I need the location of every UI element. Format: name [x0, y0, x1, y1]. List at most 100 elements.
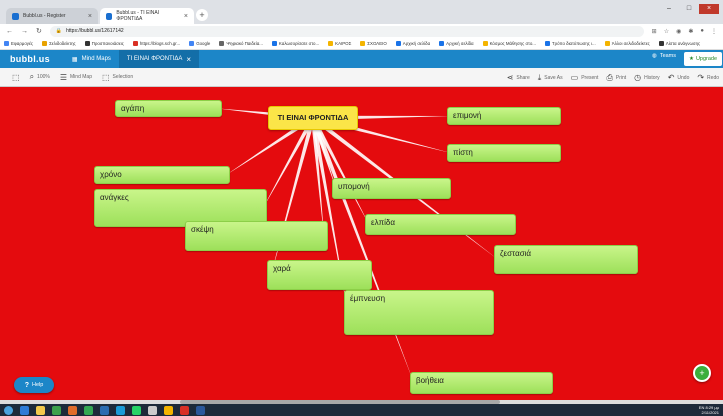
- start-icon[interactable]: [4, 405, 13, 415]
- teams-label: Teams: [659, 53, 677, 59]
- edge-icon[interactable]: [20, 405, 29, 415]
- bookmark-item[interactable]: Ψηφιακό Παιδεία...: [219, 41, 263, 46]
- bookmark-label: ΚΑΙΡΟΣ: [335, 41, 352, 46]
- browser-tab-mindmap[interactable]: Bubbl.us - ΤΙ ΕΙΝΑΙ ΦΡΟΝΤΙΔΑ ×: [100, 8, 194, 24]
- maximize-button[interactable]: □: [679, 4, 699, 14]
- selection-button[interactable]: ⬚ Selection: [102, 73, 133, 82]
- bookmark-item[interactable]: ΚΑΙΡΟΣ: [328, 41, 351, 46]
- mindmap-node[interactable]: αγάπη: [115, 100, 222, 117]
- bookmark-item[interactable]: Σελιδοδείκτης: [42, 41, 76, 46]
- bookmark-item[interactable]: ΣΧΟΛΕΙΟ: [360, 41, 387, 46]
- browser-tab-register[interactable]: Bubbl.us - Register ×: [6, 8, 98, 24]
- present-icon: ▭: [570, 73, 579, 82]
- folder-icon[interactable]: [36, 405, 45, 415]
- bookmark-icon: [439, 41, 445, 46]
- skype-icon[interactable]: [100, 405, 109, 415]
- bookmark-item[interactable]: Αρχική σελίδα: [395, 41, 431, 46]
- forward-arrow-icon[interactable]: →: [21, 28, 28, 35]
- save-as-button[interactable]: ⤓ Save As: [538, 73, 563, 83]
- bookmark-icon: [271, 41, 277, 46]
- help-button[interactable]: ? Help: [14, 377, 54, 393]
- reload-icon[interactable]: ↻: [36, 27, 42, 35]
- mind-maps-tab[interactable]: ▦ Mind Maps: [64, 50, 119, 68]
- share-button[interactable]: ⋖ Share: [507, 73, 530, 82]
- bubblus-logo[interactable]: bubbl.us: [0, 54, 64, 64]
- app-icon[interactable]: [164, 405, 173, 415]
- mindmap-node[interactable]: ελπίδα: [365, 214, 516, 235]
- fit-view-button[interactable]: ⬚: [12, 73, 20, 82]
- history-button[interactable]: ◷ History: [634, 73, 660, 82]
- mindmap-node[interactable]: σκέψη: [185, 221, 328, 251]
- bookmark-item[interactable]: Τρόπο διατύπωσης ι...: [544, 41, 596, 46]
- tab-label: Bubbl.us - ΤΙ ΕΙΝΑΙ ΦΡΟΝΤΙΔΑ: [116, 10, 160, 22]
- close-map-icon[interactable]: ×: [186, 55, 191, 64]
- bookmark-label: Αρχική σελίδα: [402, 41, 431, 46]
- new-tab-button[interactable]: +: [196, 9, 208, 21]
- mindmap-node[interactable]: ζεστασιά: [494, 245, 638, 274]
- mindmap-node[interactable]: βοήθεια: [410, 372, 553, 394]
- active-map-tab[interactable]: ΤΙ ΕΙΝΑΙ ΦΡΟΝΤΙΔΑ ×: [118, 50, 200, 68]
- root-node[interactable]: ΤΙ ΕΙΝΑΙ ΦΡΟΝΤΙΔΑ: [268, 106, 358, 130]
- close-window-button[interactable]: ×: [699, 4, 719, 14]
- profile-icon[interactable]: ●: [700, 28, 704, 35]
- mind-maps-label: Mind Maps: [81, 56, 111, 62]
- teams-button[interactable]: ◍ Teams: [652, 53, 676, 59]
- printer-icon: ⎙: [606, 72, 613, 82]
- mind-map-layout-button[interactable]: ☰ Mind Map: [60, 73, 92, 82]
- share-icon: ⋖: [506, 73, 514, 82]
- bookmark-item[interactable]: Google: [189, 41, 210, 46]
- mindmap-node[interactable]: χαρά: [267, 260, 372, 290]
- pdf-icon[interactable]: [180, 405, 189, 415]
- print-label: Print: [615, 74, 627, 81]
- bookmark-item[interactable]: Προσπανοιάσεις: [84, 41, 124, 46]
- app-header: bubbl.us ▦ Mind Maps ΤΙ ΕΙΝΑΙ ΦΡΟΝΤΙΔΑ ×…: [0, 50, 723, 68]
- url-input[interactable]: 🔒 https://bubbl.us/12617142: [49, 25, 644, 37]
- bubbl-favicon-icon: [12, 12, 19, 20]
- puzzle-icon[interactable]: ✱: [688, 28, 693, 35]
- present-button[interactable]: ▭ Present: [571, 73, 599, 82]
- mindmap-node[interactable]: έμπνευση: [344, 290, 494, 335]
- print-button[interactable]: ⎙ Print: [606, 73, 626, 83]
- bookmark-item[interactable]: Καλωσορίσατε στο...: [271, 41, 320, 46]
- chrome-icon[interactable]: [84, 405, 93, 415]
- bookmark-icon: [84, 41, 90, 46]
- star-icon: ★: [689, 56, 694, 62]
- bookmark-item[interactable]: Κόσμος Μάθησης στο...: [482, 41, 536, 46]
- undo-button[interactable]: ↶ Undo: [668, 73, 690, 82]
- mindmap-node[interactable]: πίστη: [447, 144, 561, 162]
- star-icon[interactable]: ☆: [664, 28, 669, 35]
- mindmap-node[interactable]: χρόνο: [94, 166, 230, 184]
- redo-button[interactable]: ↷ Redo: [697, 73, 719, 82]
- upgrade-button[interactable]: ★ Upgrade: [684, 52, 723, 66]
- store-icon[interactable]: [52, 405, 61, 415]
- app-icon[interactable]: [148, 405, 157, 415]
- minimize-button[interactable]: –: [659, 4, 679, 14]
- selection-icon: ⬚: [101, 72, 110, 82]
- app-icon[interactable]: [116, 405, 125, 415]
- close-tab-icon[interactable]: ×: [184, 13, 188, 20]
- mindmap-canvas[interactable]: αγάπη επιμονή πίστη χρόνο ανάγκες υπομονή ελπί…: [0, 87, 723, 400]
- mindmap-node[interactable]: επιμονή: [447, 107, 561, 125]
- close-tab-icon[interactable]: ×: [88, 13, 92, 20]
- lock-icon: 🔒: [55, 28, 63, 34]
- bookmark-item[interactable]: Εφαρμογές: [4, 41, 33, 46]
- zoom-control[interactable]: ⌕ 100%: [30, 72, 50, 82]
- bookmark-item[interactable]: Άλλοι σελιδοδείκτες: [604, 41, 650, 46]
- menu-dots-icon[interactable]: ⋮: [711, 28, 717, 35]
- mindmaps-icon: ▦: [71, 56, 78, 63]
- whatsapp-icon[interactable]: [132, 405, 141, 415]
- bookmark-item[interactable]: Λίστα ανάγνωσης: [658, 41, 700, 46]
- add-node-button[interactable]: +: [693, 364, 711, 382]
- mindmap-node[interactable]: υπομονή: [332, 178, 451, 199]
- bookmark-item[interactable]: https://blogs.sch.gr...: [132, 41, 180, 46]
- bookmark-label: Καλωσορίσατε στο...: [278, 41, 320, 46]
- address-bar: ← → ↻ 🔒 https://bubbl.us/12617142 ⊞ ☆ ◉ …: [0, 24, 723, 38]
- back-arrow-icon[interactable]: ←: [6, 28, 13, 35]
- firefox-icon[interactable]: [68, 405, 77, 415]
- bookmark-item[interactable]: Αρχική σελίδα: [439, 41, 474, 46]
- teams-icon: ◍: [652, 53, 657, 59]
- word-icon[interactable]: [196, 405, 205, 415]
- extension-icon[interactable]: ◉: [676, 28, 681, 35]
- translate-icon[interactable]: ⊞: [652, 28, 657, 35]
- bookmark-icon: [132, 41, 138, 46]
